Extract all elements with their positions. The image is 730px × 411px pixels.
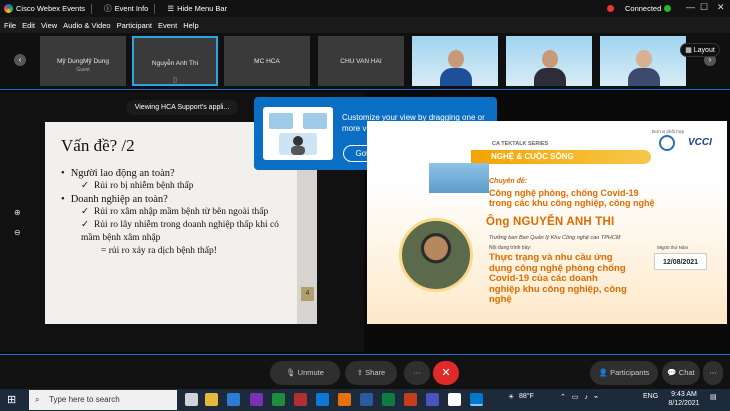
edge-icon[interactable]: [316, 393, 329, 406]
list-item: Rủi ro xâm nhập mầm bệnh từ bên ngoài th…: [61, 206, 281, 219]
list-item: Doanh nghiệp an toàn?: [61, 193, 281, 206]
phone-icon: ▯: [173, 77, 177, 84]
vcci-logo: VCCI: [688, 137, 712, 148]
record-icon: [607, 5, 614, 12]
maximize-icon[interactable]: ☐: [700, 2, 708, 13]
more-options-button[interactable]: ···: [404, 361, 430, 385]
chrome-icon[interactable]: [448, 393, 461, 406]
info-icon: ⓘ: [104, 4, 112, 13]
minimize-icon[interactable]: —: [686, 2, 695, 12]
connection-status[interactable]: Connected: [607, 4, 672, 13]
tray-icons[interactable]: ⌃ ▭ ♪ ⌁: [560, 393, 600, 401]
people-icon: 👤: [598, 368, 611, 377]
more-icon[interactable]: ⋯: [703, 361, 723, 385]
layout-icon: ▦: [685, 47, 694, 54]
hide-menu-button[interactable]: ☰ Hide Menu Bar: [167, 4, 227, 13]
zoom-out-icon[interactable]: ⊖: [14, 228, 24, 238]
event-info-button[interactable]: ⓘ Event Info: [104, 3, 148, 14]
participant-tile[interactable]: Nguyễn Anh Thi ▯: [132, 36, 218, 86]
app-icon[interactable]: [294, 393, 307, 406]
unmute-button[interactable]: 🎙 Unmute: [270, 361, 340, 385]
slide-title: Vấn đề? /2: [61, 136, 135, 155]
windows-start-icon[interactable]: ⊞: [7, 393, 16, 406]
notification-icon[interactable]: ▤: [710, 393, 717, 401]
list-item: Rủi ro bị nhiễm bệnh thấp: [61, 180, 281, 193]
microphone-icon: 🎙: [286, 368, 298, 377]
city-skyline-icon: [429, 163, 489, 193]
zoom-in-icon[interactable]: ⊕: [14, 208, 24, 218]
firefox-icon[interactable]: [338, 393, 351, 406]
partner-logo-icon: [659, 135, 675, 151]
menu-help[interactable]: Help: [183, 21, 198, 30]
app-title: Cisco Webex Events: [16, 4, 86, 13]
menu-event[interactable]: Event: [158, 21, 177, 30]
powerpoint-icon[interactable]: [404, 393, 417, 406]
close-icon[interactable]: ✕: [717, 2, 725, 13]
page-number: 4: [301, 287, 314, 301]
weather-icon: ☀: [508, 394, 515, 401]
connected-icon: [664, 5, 672, 12]
menu-file[interactable]: File: [4, 21, 16, 30]
slide-bullets: Người lao động an toàn? Rủi ro bị nhiễm …: [61, 167, 281, 258]
chat-button[interactable]: 💬 Chat: [662, 361, 700, 385]
menu-view[interactable]: View: [41, 21, 57, 30]
participant-tile[interactable]: CHU VAN HAI: [318, 36, 404, 86]
video-tile[interactable]: [412, 36, 498, 86]
video-tile[interactable]: [600, 36, 686, 86]
participants-button[interactable]: 👤 Participants: [590, 361, 658, 385]
menu-audio-video[interactable]: Audio & Video: [63, 21, 110, 30]
video-tile[interactable]: [506, 36, 592, 86]
temperature[interactable]: 88°F: [519, 393, 534, 400]
file-explorer-icon[interactable]: [205, 393, 218, 406]
layout-button[interactable]: ▦ Layout: [680, 43, 720, 57]
share-icon: ⇪: [356, 368, 366, 377]
menu-edit[interactable]: Edit: [22, 21, 35, 30]
clock[interactable]: 9:43 AM 8/12/2021: [667, 390, 701, 408]
video-illustration-icon: [263, 107, 333, 160]
speaker-name: Ông NGUYỄN ANH THI: [486, 216, 615, 228]
webex-logo-icon: [4, 4, 13, 13]
chevron-left-icon[interactable]: ‹: [14, 54, 26, 66]
word-icon[interactable]: [360, 393, 373, 406]
list-item: Rủi ro lây nhiễm trong doanh nghiệp thấp…: [61, 219, 281, 245]
menu-icon: ☰: [167, 4, 175, 13]
language-indicator[interactable]: ENG: [643, 393, 658, 400]
participant-tile[interactable]: Mỹ DungMỹ Dung Guest: [40, 36, 126, 86]
speaker-photo: [399, 218, 473, 292]
mail-icon[interactable]: [227, 393, 240, 406]
series-banner: NGHỆ & CUỘC SỐNG: [471, 150, 651, 164]
teams-icon[interactable]: [426, 393, 439, 406]
search-icon: ⌕: [35, 395, 40, 404]
title-bar: Cisco Webex Events ⓘ Event Info ☰ Hide Men…: [0, 0, 730, 17]
end-call-button[interactable]: ✕: [433, 361, 459, 385]
excel-icon[interactable]: [382, 393, 395, 406]
participant-strip: ‹ Mỹ DungMỹ Dung Guest Nguyễn Anh Thi ▯ …: [0, 33, 730, 89]
app-icon[interactable]: [250, 393, 263, 406]
menu-participant[interactable]: Participant: [117, 21, 152, 30]
participant-tile[interactable]: MC HCA: [224, 36, 310, 86]
list-item: Người lao động an toàn?: [61, 167, 281, 180]
chat-icon: 💬: [667, 368, 679, 377]
task-view-icon[interactable]: [185, 393, 198, 406]
shared-slide-banner: Đơn vị phối hợp VCCI CA TEKTALK SERIES N…: [367, 121, 727, 324]
share-button[interactable]: ⇪ Share: [345, 361, 397, 385]
list-item: = rủi ro xảy ra dịch bệnh thấp!: [101, 246, 217, 256]
taskbar-search[interactable]: ⌕ Type here to search: [29, 390, 177, 410]
viewing-label: Viewing HCA Support's appli...: [126, 100, 238, 115]
event-date: 12/08/2021: [654, 253, 707, 270]
app-icon[interactable]: [272, 393, 285, 406]
menu-bar: File Edit View Audio & Video Participant…: [0, 17, 730, 33]
webex-taskbar-icon[interactable]: [470, 393, 483, 406]
